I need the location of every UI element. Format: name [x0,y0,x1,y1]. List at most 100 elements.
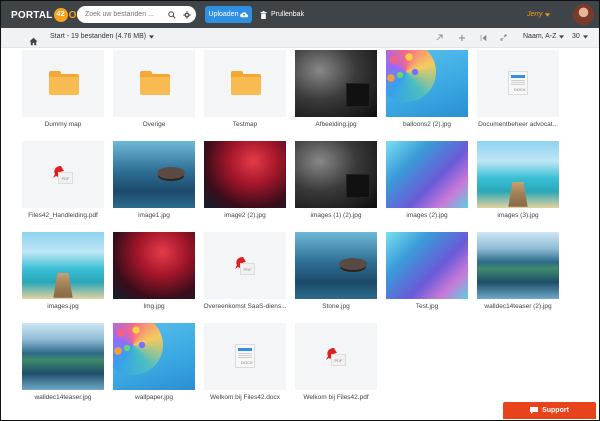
file-name[interactable]: Documentbeheer advocat... [471,121,565,128]
file-tile[interactable]: Img.jpg [113,232,195,316]
file-tile[interactable]: DOCX Welkom bij Files42.docx [204,323,286,407]
file-tile[interactable]: DOCX Documentbeheer advocat... [477,50,559,134]
file-thumbnail[interactable]: PDF [22,141,104,208]
trash-label: Prullenbak [271,11,305,18]
search-settings-gear-icon[interactable] [180,8,193,21]
file-tile[interactable]: image2 (2).jpg [204,141,286,225]
file-name[interactable]: Afbeelding.jpg [289,121,383,128]
folder-icon [49,71,79,95]
user-menu[interactable]: Jerry [527,8,550,21]
image-thumbnail[interactable] [295,50,377,117]
image-thumbnail[interactable] [386,232,468,299]
file-thumbnail[interactable]: DOCX [477,50,559,117]
file-tile[interactable]: images (3).jpg [477,141,559,225]
file-thumbnail[interactable] [113,50,195,117]
image-thumbnail[interactable] [386,50,468,117]
file-name[interactable]: Welkom bij Files42.pdf [289,394,383,401]
file-thumbnail[interactable]: DOCX [204,323,286,390]
file-thumbnail[interactable] [204,50,286,117]
file-type-tag: DOCX [514,87,526,92]
upload-button[interactable]: Uploaden [205,6,252,23]
page-size-select[interactable]: 30 [572,33,588,40]
file-thumbnail[interactable]: PDF [204,232,286,299]
file-tile[interactable]: PDF Overeenkomst SaaS-diens... [203,232,287,316]
file-tile[interactable]: images (2).jpg [386,141,468,225]
page-size-label: 30 [572,33,580,40]
pdf-file-icon: PDF [234,256,256,276]
sort-label: Naam, A-Z [523,33,557,40]
logo-number: 42 [53,8,68,22]
file-name[interactable]: images (2).jpg [380,212,474,219]
breadcrumb[interactable]: Start - 19 bestanden (4.76 MB) [50,33,155,40]
search-input[interactable] [85,8,163,21]
image-thumbnail[interactable] [113,232,195,299]
file-tile[interactable]: walldec14teaser.jpg [22,323,104,407]
file-tile[interactable]: walldec14teaser (2).jpg [477,232,559,316]
avatar[interactable] [573,4,594,25]
search-box [77,6,196,23]
file-name[interactable]: walldec14teaser (2).jpg [471,303,565,310]
file-tile[interactable]: Dummy map [22,50,104,134]
file-name[interactable]: Files42_Handleiding.pdf [16,212,110,219]
search-icon[interactable] [165,8,178,21]
file-name[interactable]: images (1) (2).jpg [289,212,383,219]
add-icon[interactable] [456,32,467,43]
image-thumbnail[interactable] [113,323,195,390]
file-tile[interactable]: Afbeelding.jpg [295,50,377,134]
support-button[interactable]: Support [503,402,596,419]
file-name[interactable]: walldec14teaser.jpg [16,394,110,401]
folder-icon [231,71,261,95]
file-tile[interactable]: image1.jpg [113,141,195,225]
file-tile[interactable]: Testmap [204,50,286,134]
image-thumbnail[interactable] [204,141,286,208]
image-thumbnail[interactable] [22,323,104,390]
file-tile[interactable]: Stone.jpg [295,232,377,316]
file-tile[interactable]: wallpaper.jpg [113,323,195,407]
file-name[interactable]: image2 (2).jpg [198,212,292,219]
file-tile[interactable]: images (1) (2).jpg [295,141,377,225]
trash-button[interactable]: Prullenbak [260,8,304,21]
file-name[interactable]: wallpaper.jpg [107,394,201,401]
home-icon[interactable] [29,33,39,46]
pdf-file-icon: PDF [52,165,74,185]
file-thumbnail[interactable] [22,50,104,117]
file-name[interactable]: images.jpg [16,303,110,310]
fullscreen-icon[interactable] [498,32,509,43]
file-name[interactable]: image1.jpg [107,212,201,219]
sort-select[interactable]: Naam, A-Z [523,33,565,40]
pdf-file-icon: PDF [325,347,347,367]
image-thumbnail[interactable] [386,141,468,208]
image-thumbnail[interactable] [477,141,559,208]
file-tile[interactable]: images.jpg [22,232,104,316]
image-thumbnail[interactable] [477,232,559,299]
file-name[interactable]: Img.jpg [107,303,201,310]
image-thumbnail[interactable] [113,141,195,208]
file-name[interactable]: Dummy map [16,121,110,128]
logo-prefix: PORTAL [11,9,53,21]
file-tile[interactable]: Overige [113,50,195,134]
chevron-down-icon [582,34,588,39]
image-thumbnail[interactable] [295,232,377,299]
link-icon[interactable] [434,32,445,43]
file-tile[interactable]: PDF Welkom bij Files42.pdf [295,323,377,407]
cloud-upload-icon [240,12,249,18]
file-thumbnail[interactable]: PDF [295,323,377,390]
collapse-icon[interactable] [478,32,489,43]
file-tile[interactable]: balloons2 (2).jpg [386,50,468,134]
file-name[interactable]: Welkom bij Files42.docx [198,394,292,401]
file-name[interactable]: Overige [107,121,201,128]
file-type-tag: PDF [58,172,73,184]
image-thumbnail[interactable] [22,232,104,299]
file-tile[interactable]: Test.jpg [386,232,468,316]
chevron-down-icon [149,34,155,39]
file-type-tag: PDF [240,263,255,275]
file-name[interactable]: Test.jpg [380,303,474,310]
image-thumbnail[interactable] [295,141,377,208]
file-name[interactable]: Stone.jpg [289,303,383,310]
file-name[interactable]: Testmap [198,121,292,128]
file-name[interactable]: Overeenkomst SaaS-diens... [198,303,292,310]
file-tile[interactable]: PDF Files42_Handleiding.pdf [22,141,104,225]
file-name[interactable]: balloons2 (2).jpg [380,121,474,128]
chevron-down-icon [544,12,550,17]
file-name[interactable]: images (3).jpg [471,212,565,219]
